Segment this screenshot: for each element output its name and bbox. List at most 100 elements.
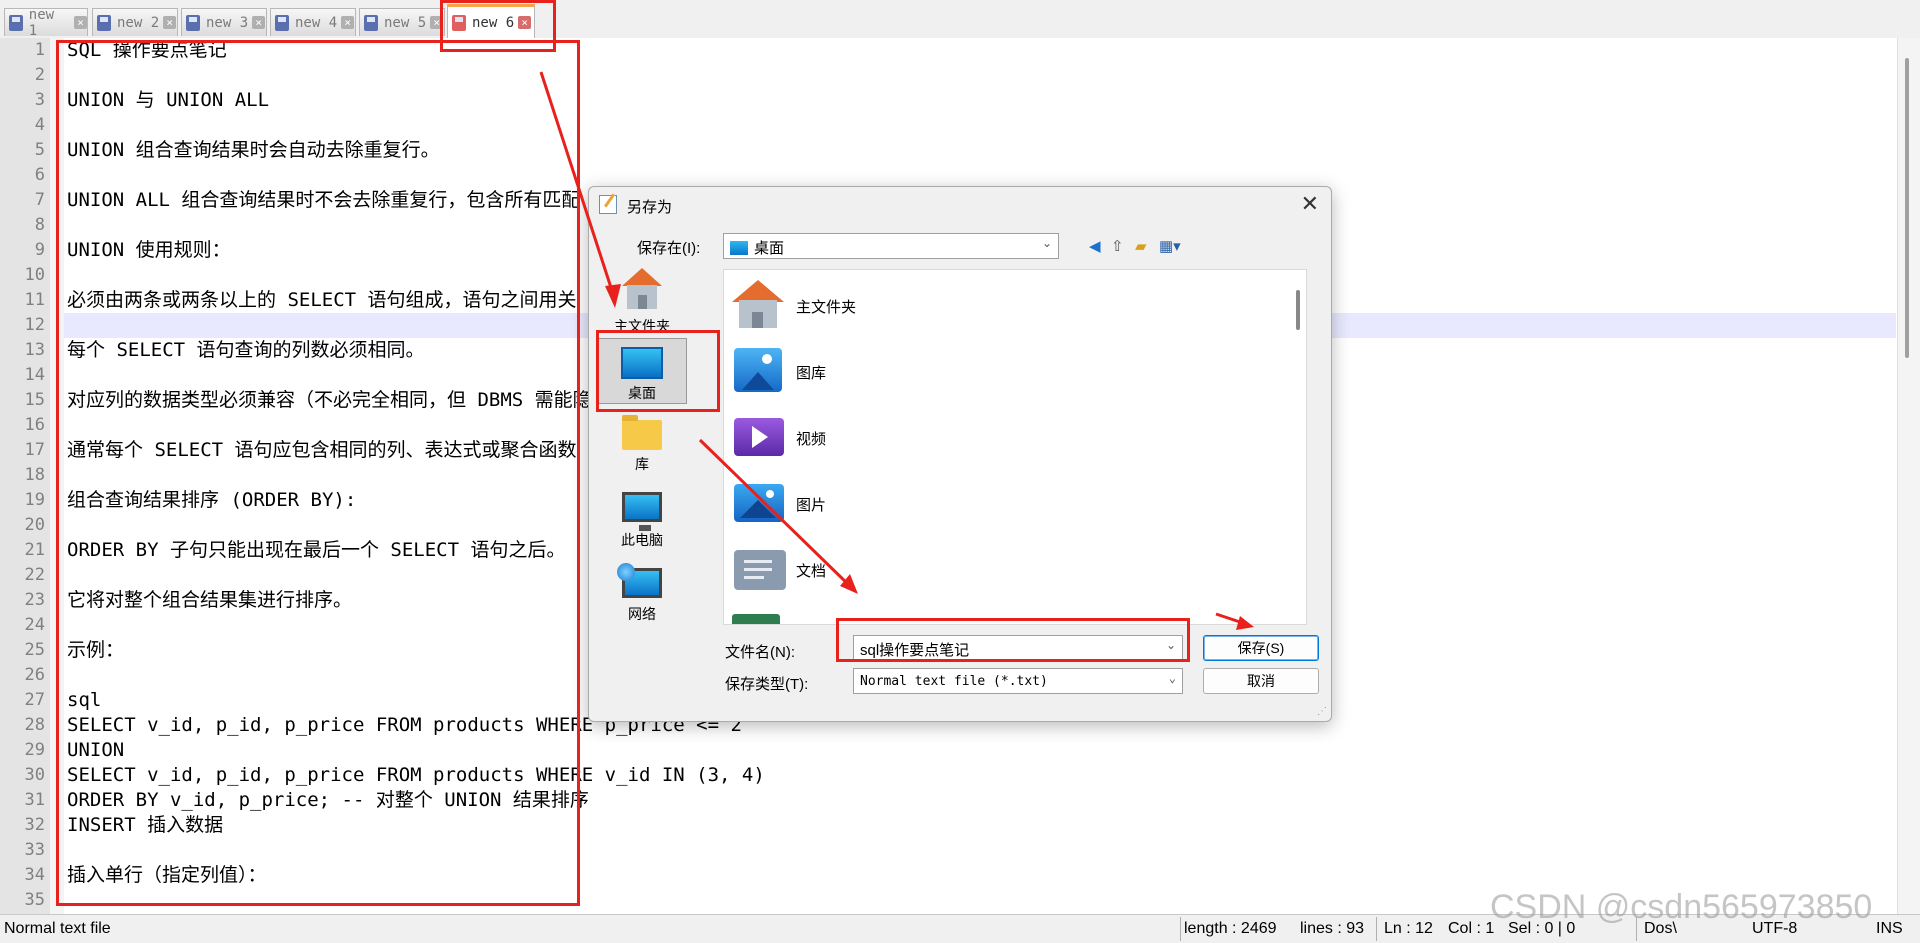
list-item[interactable]: 文档 [730, 538, 1030, 598]
item-label: 视频 [796, 431, 827, 448]
item-label: 图库 [796, 365, 827, 382]
line-number: 27 [24, 690, 45, 710]
line-number: 11 [24, 290, 45, 310]
place-home[interactable]: 主文件夹 [597, 268, 687, 334]
vertical-scrollbar[interactable] [1897, 38, 1920, 914]
cancel-button[interactable]: 取消 [1203, 668, 1319, 694]
code-line: UNION 使用规则： [67, 239, 231, 261]
new-folder-icon[interactable]: ▰ [1135, 237, 1147, 255]
code-line: 组合查询结果排序 (ORDER BY): [67, 489, 357, 511]
code-line: UNION [67, 739, 125, 761]
close-icon[interactable]: ✕ [1301, 191, 1319, 217]
line-number: 30 [24, 765, 45, 785]
item-label: 文档 [796, 563, 827, 580]
list-item[interactable]: 主文件夹 [730, 274, 1030, 334]
documents-icon [730, 542, 786, 594]
place-label: 网络 [628, 606, 656, 622]
tab-new-3[interactable]: new 3 × [181, 8, 267, 36]
place-network[interactable]: 网络 [597, 560, 687, 634]
place-desktop[interactable]: 桌面 [597, 338, 687, 404]
pictures-icon [730, 476, 786, 528]
dialog-title: 另存为 [627, 199, 673, 216]
code-line: UNION 与 UNION ALL [67, 89, 270, 111]
line-number: 10 [24, 265, 45, 285]
gallery-icon [730, 344, 786, 396]
close-icon[interactable]: × [74, 16, 87, 29]
save-in-label: 保存在(I): [637, 240, 701, 257]
tab-new-6[interactable]: new 6 × [447, 4, 535, 38]
code-line: SQL 操作要点笔记 [67, 39, 227, 61]
code-line: SELECT v_id, p_id, p_price FROM products… [67, 764, 765, 786]
filename-label: 文件名(N): [725, 644, 795, 661]
item-label: 主文件夹 [796, 299, 857, 316]
tab-label: new 6 [472, 14, 515, 31]
tab-new-2[interactable]: new 2 × [92, 8, 178, 36]
line-number: 21 [24, 540, 45, 560]
list-item[interactable]: 视频 [730, 406, 1030, 466]
view-menu-icon[interactable]: ▦▾ [1159, 237, 1181, 255]
code-line: UNION ALL 组合查询结果时不会去除重复行，包含所有匹配 [67, 189, 581, 211]
up-folder-icon[interactable]: ⇧ [1111, 237, 1124, 255]
list-item[interactable]: 图库 [730, 340, 1030, 400]
videos-icon [730, 410, 786, 462]
line-number: 13 [24, 340, 45, 360]
place-label: 桌面 [628, 385, 656, 401]
file-icon [97, 14, 111, 31]
save-in-value: 桌面 [754, 240, 785, 257]
line-number: 5 [34, 140, 45, 160]
computer-icon [622, 492, 662, 531]
line-number: 35 [24, 890, 45, 910]
folder-icon [732, 614, 780, 624]
save-as-dialog: 另存为 ✕ 保存在(I): 桌面 ⌄ ◀ ⇧ ▰ ▦▾ 主文件夹 桌面 库 此电… [588, 186, 1332, 722]
line-number: 6 [34, 165, 45, 185]
tab-label: new 5 [384, 14, 427, 31]
places-bar: 主文件夹 桌面 库 此电脑 网络 [597, 268, 687, 648]
code-line: 插入单行（指定列值）： [67, 864, 267, 886]
tab-label: new 1 [28, 6, 55, 39]
line-number: 8 [34, 215, 45, 235]
line-number: 33 [24, 840, 45, 860]
close-icon[interactable]: × [252, 16, 266, 29]
watermark: CSDN @csdn565973850 [1490, 888, 1873, 926]
close-icon[interactable]: × [518, 16, 532, 29]
tab-new-1[interactable]: new 1 × [4, 6, 88, 39]
place-library[interactable]: 库 [597, 414, 687, 482]
filetype-select[interactable]: Normal text file (*.txt) ⌄ [853, 668, 1183, 694]
filename-input[interactable]: sql操作要点笔记 ⌄ [853, 635, 1183, 661]
fold-margin [50, 38, 64, 914]
resize-grip-icon[interactable]: ⋰ [1317, 706, 1327, 717]
desktop-icon [730, 241, 748, 255]
file-list[interactable]: 主文件夹 图库 视频 图片 文档 [723, 269, 1307, 625]
place-this-pc[interactable]: 此电脑 [597, 486, 687, 558]
home-icon [620, 268, 664, 312]
close-icon[interactable]: × [163, 16, 177, 29]
line-number: 34 [24, 865, 45, 885]
code-line: 通常每个 SELECT 语句应包含相同的列、表达式或聚合函数 [67, 439, 577, 461]
close-icon[interactable]: × [430, 16, 444, 29]
network-icon [617, 563, 662, 598]
file-type: Normal text file [4, 920, 111, 937]
save-button[interactable]: 保存(S) [1203, 635, 1319, 661]
line-number: 28 [24, 715, 45, 735]
line-number: 32 [24, 815, 45, 835]
back-icon[interactable]: ◀ [1089, 237, 1101, 255]
place-label: 此电脑 [621, 532, 663, 548]
place-label: 库 [635, 456, 649, 472]
line-number: 7 [34, 190, 45, 210]
scrollbar-thumb[interactable] [1905, 58, 1909, 358]
line-number: 24 [24, 615, 45, 635]
line-number: 18 [24, 465, 45, 485]
item-label: 图片 [796, 497, 827, 514]
file-list-scrollbar[interactable] [1296, 290, 1300, 330]
file-icon [275, 14, 289, 31]
tab-new-4[interactable]: new 4 × [270, 8, 356, 36]
tab-new-5[interactable]: new 5 × [359, 8, 445, 36]
line-number: 29 [24, 740, 45, 760]
line-number: 14 [24, 365, 45, 385]
unsaved-file-icon [452, 14, 466, 31]
close-icon[interactable]: × [341, 16, 355, 29]
list-item[interactable]: 图片 [730, 472, 1030, 532]
line-indicator: Ln : 12 [1384, 920, 1433, 937]
save-in-select[interactable]: 桌面 ⌄ [723, 233, 1059, 259]
file-icon [9, 14, 23, 31]
